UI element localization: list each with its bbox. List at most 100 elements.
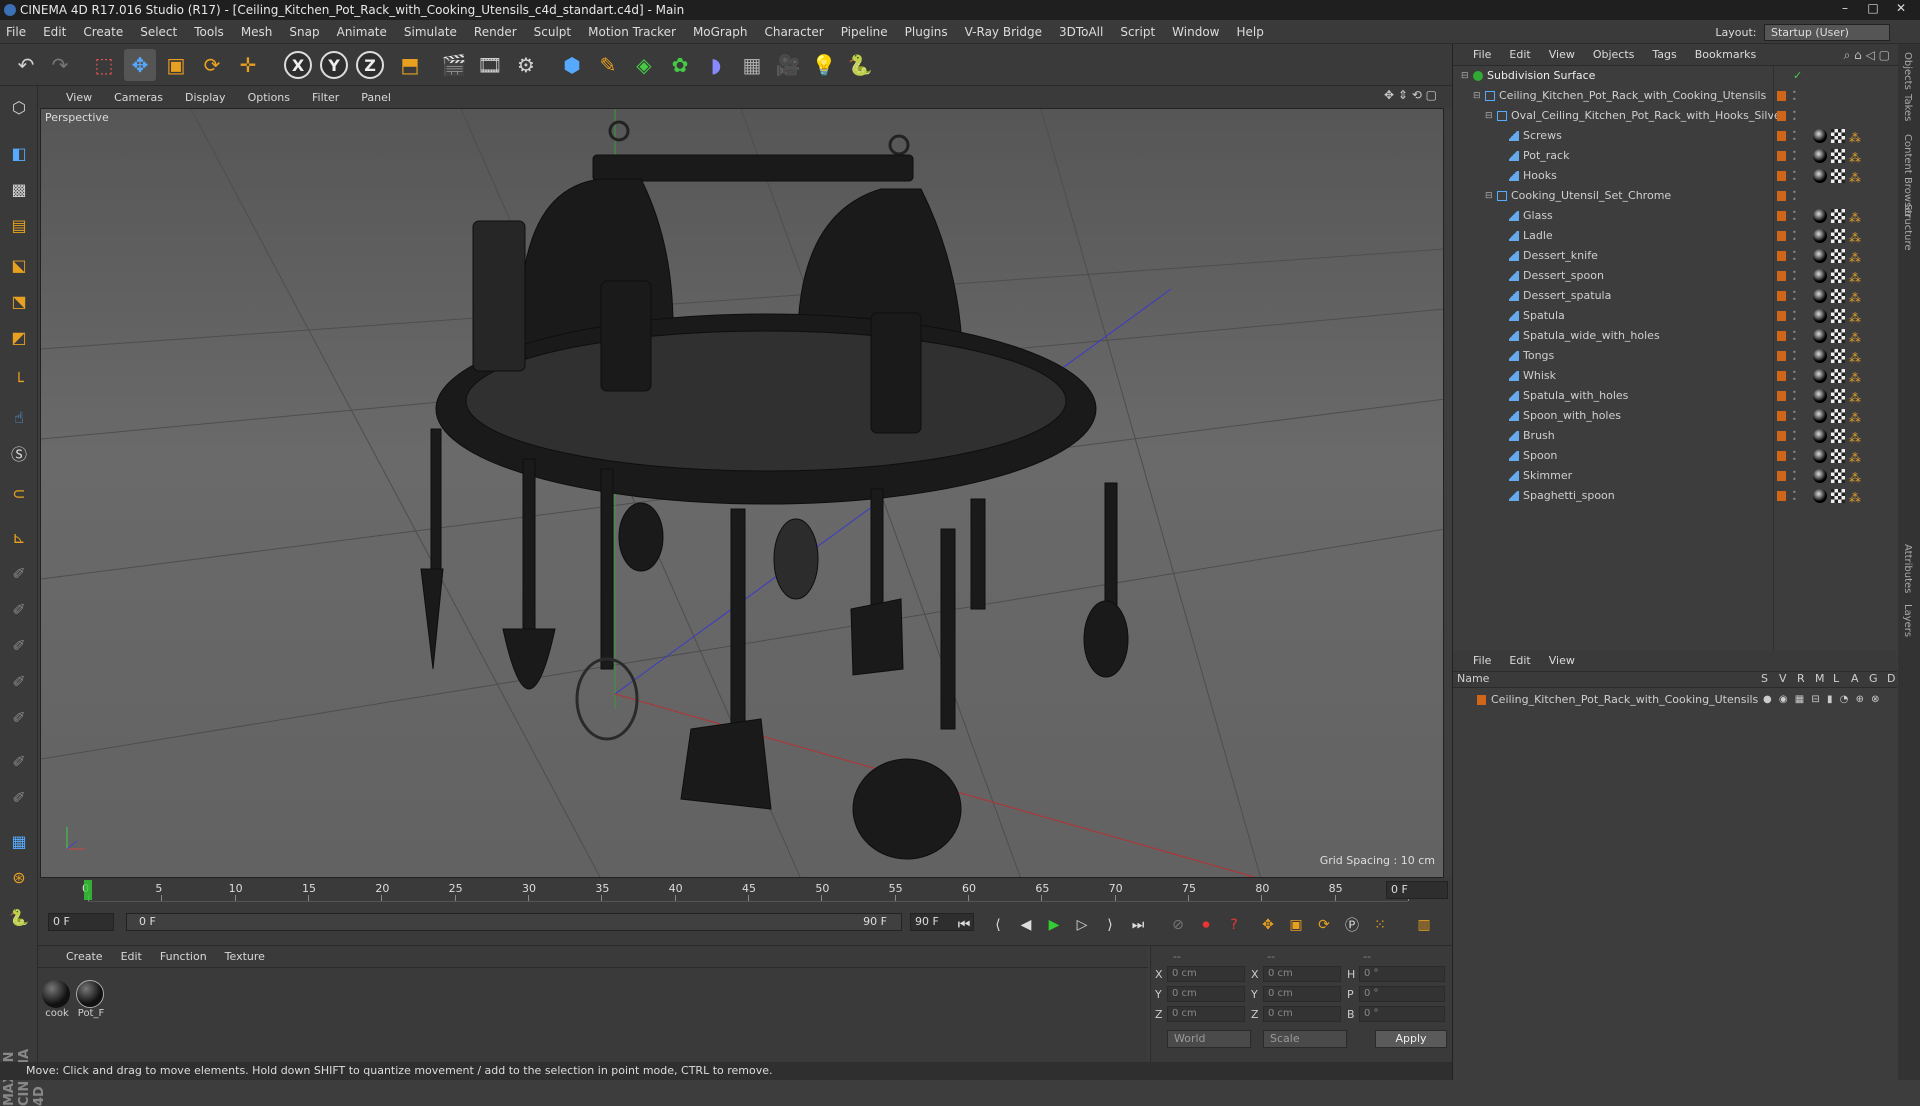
uvw-tag-icon[interactable] bbox=[1831, 149, 1845, 163]
visibility-dots-icon[interactable]: • • bbox=[1792, 169, 1797, 184]
object-row[interactable]: Dessert_spoon • • ⁂ bbox=[1453, 266, 1897, 286]
menu-tools[interactable]: Tools bbox=[194, 25, 224, 39]
object-row[interactable]: Hooks • • ⁂ bbox=[1453, 166, 1897, 186]
visibility-dots-icon[interactable]: • • bbox=[1792, 469, 1797, 484]
material-tag-icon[interactable] bbox=[1813, 249, 1827, 263]
coord-size-field[interactable]: 0 cm bbox=[1263, 986, 1341, 1002]
live-selection-icon[interactable]: ⬚ bbox=[88, 49, 120, 81]
subdivision-surface-icon[interactable]: ◈ bbox=[628, 49, 660, 81]
visibility-dots-icon[interactable]: • • bbox=[1792, 129, 1797, 144]
phong-tag-icon[interactable]: ⁂ bbox=[1849, 268, 1861, 288]
material-tag-icon[interactable] bbox=[1813, 389, 1827, 403]
layer-color-swatch[interactable] bbox=[1777, 251, 1786, 261]
phong-tag-icon[interactable]: ⁂ bbox=[1849, 128, 1861, 148]
material-tag-icon[interactable] bbox=[1813, 429, 1827, 443]
axis-icon[interactable]: ⊾ bbox=[4, 522, 34, 552]
layer-color-swatch[interactable] bbox=[1777, 371, 1786, 381]
cube-primitive-icon[interactable]: ⬢ bbox=[556, 49, 588, 81]
object-row[interactable]: ⊟ Ceiling_Kitchen_Pot_Rack_with_Cooking_U… bbox=[1453, 86, 1897, 106]
script-python-icon[interactable]: 🐍 bbox=[4, 902, 34, 932]
visibility-dots-icon[interactable]: • • bbox=[1792, 429, 1797, 444]
transform-tool-icon[interactable]: ✛ bbox=[232, 49, 264, 81]
brush-3-icon[interactable]: ✐ bbox=[4, 630, 34, 660]
viewport-menu-options[interactable]: Options bbox=[248, 91, 290, 104]
phong-tag-icon[interactable]: ⁂ bbox=[1849, 368, 1861, 388]
move-tool-icon[interactable]: ✥ bbox=[124, 49, 156, 81]
expand-toggle-icon[interactable]: ⊟ bbox=[1485, 106, 1493, 126]
floor-icon[interactable]: ▦ bbox=[736, 49, 768, 81]
python-icon[interactable]: 🐍 bbox=[844, 49, 876, 81]
axis-mode-icon[interactable]: └ bbox=[4, 366, 34, 396]
coord-rotation-field[interactable]: 0 ° bbox=[1359, 986, 1445, 1002]
uvw-tag-icon[interactable] bbox=[1831, 389, 1845, 403]
material-tag-icon[interactable] bbox=[1813, 129, 1827, 143]
camera-icon[interactable]: 🎥 bbox=[772, 49, 804, 81]
material-tag-icon[interactable] bbox=[1813, 329, 1827, 343]
menu-3dtoall[interactable]: 3DToAll bbox=[1059, 25, 1103, 39]
layer-color-swatch[interactable] bbox=[1777, 471, 1786, 481]
snap-icon[interactable]: Ⓢ bbox=[4, 438, 34, 468]
timeline-window-icon[interactable]: ▥ bbox=[1412, 913, 1436, 937]
object-row[interactable]: Spatula • • ⁂ bbox=[1453, 306, 1897, 326]
layer-menu-file[interactable]: File bbox=[1473, 654, 1491, 667]
object-row[interactable]: Spaghetti_spoon • • ⁂ bbox=[1453, 486, 1897, 506]
layer-color-swatch[interactable] bbox=[1777, 431, 1786, 441]
workplane-mode-icon[interactable]: ▤ bbox=[4, 210, 34, 240]
menu-character[interactable]: Character bbox=[764, 25, 823, 39]
layer-color-swatch[interactable] bbox=[1777, 231, 1786, 241]
render-view-icon[interactable]: 🎬 bbox=[438, 49, 470, 81]
autokey-icon[interactable]: ⏺ bbox=[1194, 913, 1218, 937]
object-menu-bookmarks[interactable]: Bookmarks bbox=[1695, 48, 1756, 61]
brush-5-icon[interactable]: ✐ bbox=[4, 702, 34, 732]
playhead[interactable] bbox=[84, 880, 92, 900]
layout-dropdown[interactable]: Startup (User) bbox=[1764, 24, 1890, 41]
object-row[interactable]: Skimmer • • ⁂ bbox=[1453, 466, 1897, 486]
transform-mode-dropdown[interactable]: Scale bbox=[1263, 1030, 1347, 1048]
polygons-mode-icon[interactable]: ◩ bbox=[4, 322, 34, 352]
visibility-dots-icon[interactable]: • • bbox=[1792, 309, 1797, 324]
visibility-dots-icon[interactable]: • • bbox=[1792, 209, 1797, 224]
menu-render[interactable]: Render bbox=[474, 25, 517, 39]
menu-create[interactable]: Create bbox=[83, 25, 123, 39]
layer-column-header[interactable]: V bbox=[1779, 672, 1787, 685]
material-tag-icon[interactable] bbox=[1813, 489, 1827, 503]
tweak-mode-icon[interactable]: ☝ bbox=[4, 402, 34, 432]
previous-frame-icon[interactable]: ◀ bbox=[1014, 913, 1038, 937]
layer-column-header[interactable]: G bbox=[1869, 672, 1878, 685]
material-tag-icon[interactable] bbox=[1813, 349, 1827, 363]
object-row[interactable]: Glass • • ⁂ bbox=[1453, 206, 1897, 226]
magnet-icon[interactable]: ⊂ bbox=[4, 478, 34, 508]
texture-mode-icon[interactable]: ▩ bbox=[4, 174, 34, 204]
layer-color-swatch[interactable] bbox=[1777, 291, 1786, 301]
material-tag-icon[interactable] bbox=[1813, 409, 1827, 423]
material-tag-icon[interactable] bbox=[1813, 269, 1827, 283]
menu-pipeline[interactable]: Pipeline bbox=[841, 25, 888, 39]
layer-color-swatch[interactable] bbox=[1777, 331, 1786, 341]
layer-color-swatch[interactable] bbox=[1777, 191, 1786, 201]
lock-axis-icon[interactable]: ⊛ bbox=[4, 862, 34, 892]
side-tab-objects[interactable]: Objects bbox=[1902, 52, 1913, 90]
enable-check-icon[interactable]: ✓ bbox=[1793, 66, 1802, 86]
layer-color-swatch[interactable] bbox=[1777, 391, 1786, 401]
menu-snap[interactable]: Snap bbox=[289, 25, 319, 39]
locked-grid-icon[interactable]: ▦ bbox=[4, 826, 34, 856]
uvw-tag-icon[interactable] bbox=[1831, 309, 1845, 323]
layer-color-swatch[interactable] bbox=[1777, 171, 1786, 181]
current-frame-field[interactable]: 0 F bbox=[1386, 881, 1448, 899]
object-row[interactable]: Spoon • • ⁂ bbox=[1453, 446, 1897, 466]
render-settings-icon[interactable]: ⚙ bbox=[510, 49, 542, 81]
menu-script[interactable]: Script bbox=[1120, 25, 1155, 39]
phong-tag-icon[interactable]: ⁂ bbox=[1849, 288, 1861, 308]
frame-range-slider[interactable]: 0 F 90 F bbox=[126, 913, 902, 931]
object-row[interactable]: Pot_rack • • ⁂ bbox=[1453, 146, 1897, 166]
phong-tag-icon[interactable]: ⁂ bbox=[1849, 228, 1861, 248]
menu-select[interactable]: Select bbox=[140, 25, 177, 39]
menu-help[interactable]: Help bbox=[1236, 25, 1263, 39]
layer-column-header[interactable]: M bbox=[1815, 672, 1825, 685]
layer-column-header[interactable]: S bbox=[1761, 672, 1768, 685]
side-tab-layers[interactable]: Layers bbox=[1902, 604, 1913, 637]
keyframe-selection-icon[interactable]: ? bbox=[1222, 913, 1246, 937]
material-tag-icon[interactable] bbox=[1813, 169, 1827, 183]
material-tag-icon[interactable] bbox=[1813, 229, 1827, 243]
coord-rotation-field[interactable]: 0 ° bbox=[1359, 966, 1445, 982]
